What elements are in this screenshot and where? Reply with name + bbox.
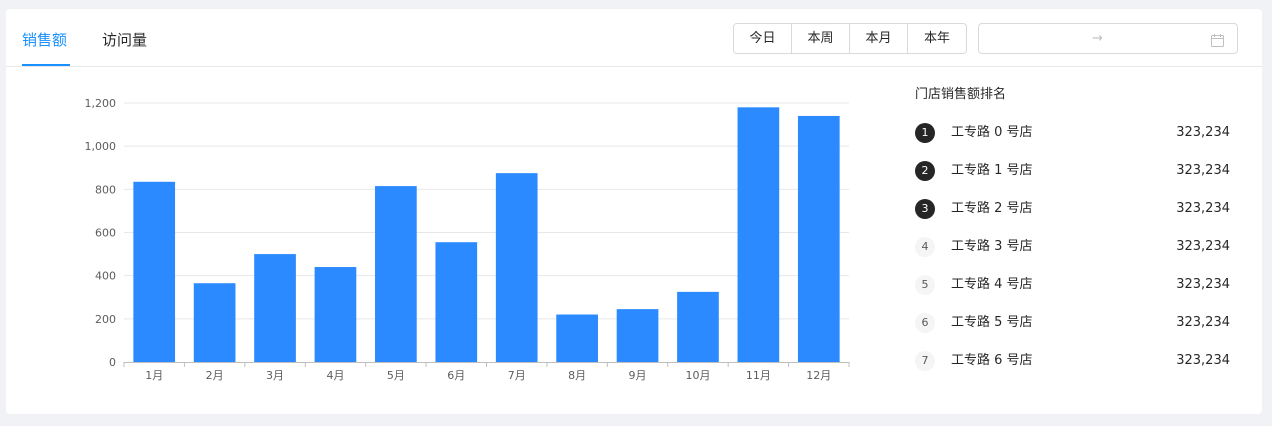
- list-item: 3 工专路 2 号店 323,234: [915, 198, 1230, 236]
- date-range-picker[interactable]: →: [978, 23, 1238, 54]
- list-item: 1 工专路 0 号店 323,234: [915, 122, 1230, 160]
- bar: [556, 314, 598, 362]
- y-tick-label: 0: [109, 356, 116, 369]
- tab-sales[interactable]: 销售额: [22, 29, 67, 51]
- x-tick-label: 1月: [145, 369, 163, 382]
- store-sales-value: 323,234: [1176, 125, 1230, 140]
- rank-badge: 3: [915, 199, 935, 219]
- end-date-input[interactable]: [1109, 30, 1203, 50]
- x-tick-label: 11月: [746, 369, 771, 382]
- this-year-button[interactable]: 本年: [908, 24, 966, 53]
- y-tick-label: 400: [95, 270, 116, 283]
- y-tick-label: 600: [95, 227, 116, 240]
- x-tick-label: 10月: [685, 369, 710, 382]
- ranking-title: 门店销售额排名: [915, 87, 1007, 102]
- list-item: 5 工专路 4 号店 323,234: [915, 274, 1230, 312]
- store-sales-value: 323,234: [1176, 315, 1230, 330]
- store-sales-value: 323,234: [1176, 201, 1230, 216]
- sales-card: 销售额 访问量 今日 本周 本月 本年 → 0 200 400 600 800 1,0: [6, 9, 1262, 414]
- bar: [616, 309, 659, 362]
- y-tick-label: 200: [95, 313, 116, 326]
- store-name: 工专路 0 号店: [951, 125, 1033, 140]
- x-tick-label: 5月: [387, 369, 405, 382]
- sales-bar-chart: 0 200 400 600 800 1,000 1,200 1月 2月 3月 4月 5月 6月 7月 8月 9…: [66, 84, 856, 403]
- tab-visits[interactable]: 访问量: [102, 29, 147, 51]
- x-tick-label: 9月: [629, 369, 647, 382]
- x-tick-label: 6月: [447, 369, 465, 382]
- store-name: 工专路 6 号店: [951, 353, 1033, 368]
- store-name: 工专路 3 号店: [951, 239, 1033, 254]
- bar: [435, 242, 478, 362]
- tab-ink-bar: [22, 64, 70, 66]
- bar: [193, 283, 236, 362]
- this-month-button[interactable]: 本月: [850, 24, 908, 53]
- rank-badge: 5: [915, 275, 935, 295]
- bar: [314, 267, 357, 362]
- range-arrow: →: [1092, 31, 1103, 46]
- today-button[interactable]: 今日: [734, 24, 792, 53]
- x-tick-label: 8月: [568, 369, 586, 382]
- store-sales-value: 323,234: [1176, 239, 1230, 254]
- list-item: 2 工专路 1 号店 323,234: [915, 160, 1230, 198]
- rank-badge: 6: [915, 313, 935, 333]
- card-header: 销售额 访问量 今日 本周 本月 本年 →: [6, 9, 1262, 67]
- list-item: 7 工专路 6 号店 323,234: [915, 350, 1230, 388]
- store-sales-value: 323,234: [1176, 353, 1230, 368]
- calendar-icon[interactable]: [1211, 32, 1224, 51]
- y-tick-label: 1,000: [85, 140, 117, 153]
- bar: [677, 291, 719, 362]
- list-item: 6 工专路 5 号店 323,234: [915, 312, 1230, 350]
- x-tick-label: 4月: [326, 369, 344, 382]
- date-range-buttons: 今日 本周 本月 本年: [733, 23, 967, 54]
- y-tick-label: 800: [95, 183, 116, 196]
- bar: [495, 173, 538, 362]
- bar-chart-svg: 0 200 400 600 800 1,000 1,200 1月 2月 3月 4月 5月 6月 7月 8月 9…: [85, 97, 850, 382]
- x-tick-label: 12月: [806, 369, 831, 382]
- this-week-button[interactable]: 本周: [792, 24, 850, 53]
- rank-badge: 7: [915, 351, 935, 371]
- store-name: 工专路 5 号店: [951, 315, 1033, 330]
- store-sales-value: 323,234: [1176, 163, 1230, 178]
- rank-badge: 1: [915, 123, 935, 143]
- bar: [375, 186, 417, 362]
- bar: [797, 115, 840, 362]
- list-item: 4 工专路 3 号店 323,234: [915, 236, 1230, 274]
- bar: [254, 254, 296, 362]
- bar: [737, 107, 780, 362]
- store-name: 工专路 4 号店: [951, 277, 1033, 292]
- bar: [133, 181, 176, 362]
- x-tick-label: 3月: [266, 369, 284, 382]
- store-name: 工专路 1 号店: [951, 163, 1033, 178]
- y-tick-label: 1,200: [85, 97, 117, 110]
- x-tick-label: 7月: [508, 369, 526, 382]
- start-date-input[interactable]: [989, 30, 1083, 50]
- rank-badge: 2: [915, 161, 935, 181]
- store-sales-value: 323,234: [1176, 277, 1230, 292]
- store-name: 工专路 2 号店: [951, 201, 1033, 216]
- rank-badge: 4: [915, 237, 935, 257]
- ranking-list: 1 工专路 0 号店 323,234 2 工专路 1 号店 323,234 3 …: [915, 122, 1230, 388]
- x-tick-label: 2月: [206, 369, 224, 382]
